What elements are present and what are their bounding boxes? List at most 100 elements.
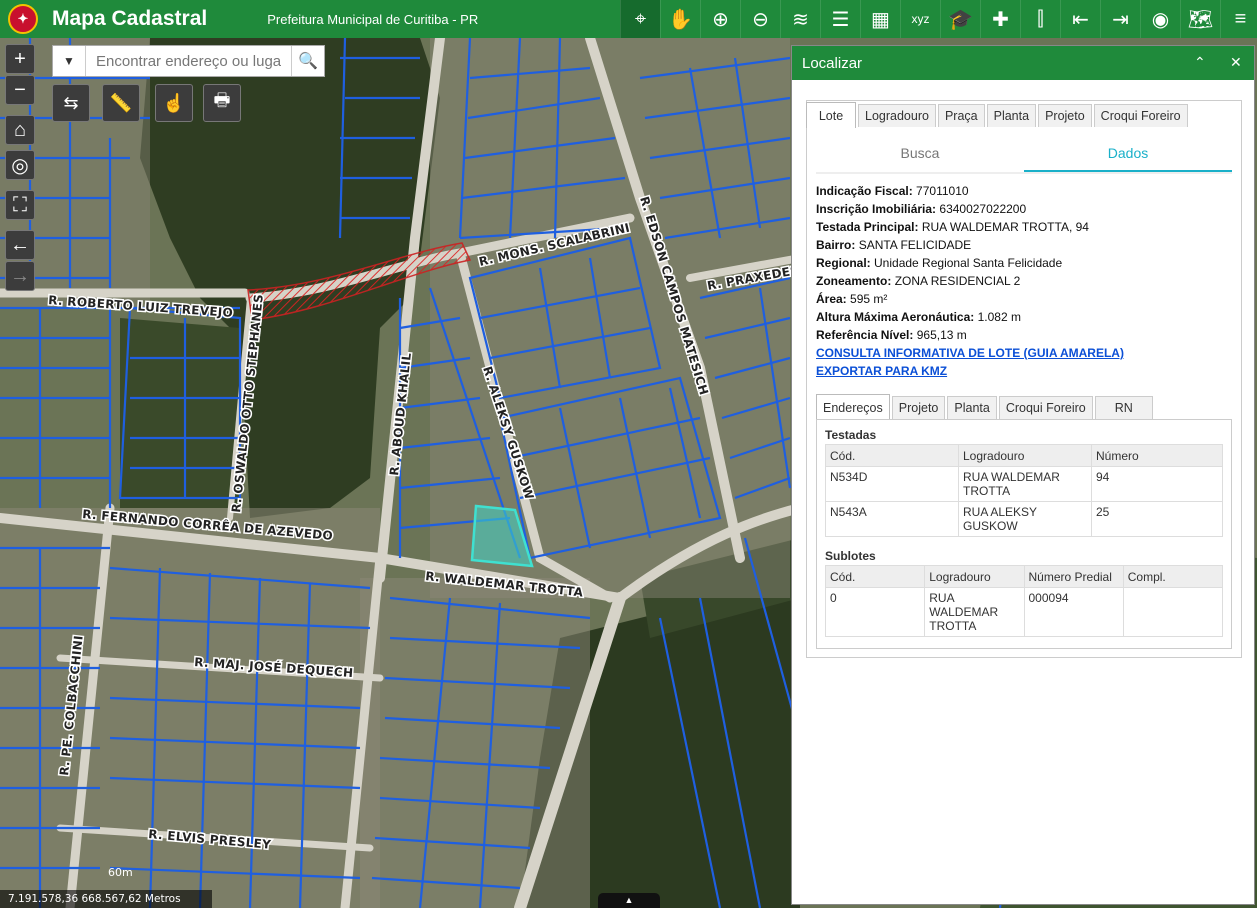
identify-icon[interactable]: ⌖ bbox=[620, 0, 660, 38]
measure-area-icon[interactable]: ⇆ bbox=[52, 84, 90, 122]
grid-icon[interactable]: ▦ bbox=[860, 0, 900, 38]
info-row: Inscrição Imobiliária: 6340027022200 bbox=[816, 200, 1236, 218]
info-label: Bairro: bbox=[816, 238, 856, 252]
export-kmz-link[interactable]: EXPORTAR PARA KMZ bbox=[816, 362, 1236, 380]
info-value: 1.082 m bbox=[977, 310, 1021, 324]
table-cell: 0 bbox=[825, 587, 926, 637]
home-icon[interactable]: ⌂ bbox=[5, 115, 35, 145]
info-row: Referência Nível: 965,13 m bbox=[816, 326, 1236, 344]
table-row: N534D RUA WALDEMAR TROTTA 94 bbox=[825, 466, 1223, 502]
info-value: SANTA FELICIDADE bbox=[858, 238, 972, 252]
tab-projeto[interactable]: Projeto bbox=[1038, 104, 1092, 127]
back-arrow-icon[interactable]: ← bbox=[5, 230, 35, 260]
education-cap-icon[interactable]: 🎓 bbox=[940, 0, 980, 38]
detail-tab-endere-os[interactable]: Endereços bbox=[816, 394, 890, 420]
add-layer-puzzle-icon[interactable]: ✚ bbox=[980, 0, 1020, 38]
curitiba-logo-icon: ✦ bbox=[8, 4, 38, 34]
bottom-panel-toggle[interactable]: ▲ bbox=[598, 893, 660, 908]
testadas-table: Cód. Logradouro Número N534D RUA WALDEMAR TR… bbox=[825, 444, 1223, 537]
table-cell: RUA ALEKSY GUSKOW bbox=[958, 501, 1092, 537]
import-icon[interactable]: ⇤ bbox=[1060, 0, 1100, 38]
table-cell: 000094 bbox=[1024, 587, 1124, 637]
column-header: Compl. bbox=[1123, 565, 1224, 588]
table-cell: 25 bbox=[1091, 501, 1223, 537]
info-label: Regional: bbox=[816, 256, 871, 270]
print-icon[interactable]: 🖶 bbox=[203, 84, 241, 122]
busca-dados-tabs: Busca Dados bbox=[816, 138, 1232, 174]
info-row: Zoneamento: ZONA RESIDENCIAL 2 bbox=[816, 272, 1236, 290]
info-row: Testada Principal: RUA WALDEMAR TROTTA, … bbox=[816, 218, 1236, 236]
column-header: Logradouro bbox=[924, 565, 1025, 588]
table-header-row: Cód. Logradouro Número bbox=[825, 444, 1223, 467]
panel-title: Localizar bbox=[802, 54, 863, 72]
zoom-in-button[interactable]: + bbox=[5, 44, 35, 74]
table-cell: RUA WALDEMAR TROTTA bbox=[958, 466, 1092, 502]
info-row: Indicação Fiscal: 77011010 bbox=[816, 182, 1236, 200]
sublotes-title: Sublotes bbox=[825, 549, 876, 563]
main-toolbar: ⌖ ✋ ⊕ ⊖ ≋ ☰ ▦ xyz 🎓 ✚ ⫿ ⇤ ⇥ ◉ 🗺 ≡ bbox=[620, 0, 1257, 38]
ruler-icon[interactable]: 📏 bbox=[102, 84, 140, 122]
detail-tab-rn[interactable]: RN bbox=[1094, 396, 1153, 419]
subtab-dados[interactable]: Dados bbox=[1024, 138, 1232, 172]
app-title: Mapa Cadastral bbox=[52, 7, 208, 30]
legend-list-icon[interactable]: ☰ bbox=[820, 0, 860, 38]
info-label: Área: bbox=[816, 292, 847, 306]
column-header: Cód. bbox=[825, 565, 926, 588]
address-search: ▼ 🔍 bbox=[52, 45, 325, 77]
column-header: Número Predial bbox=[1024, 565, 1124, 588]
table-cell: N534D bbox=[825, 466, 959, 502]
locate-icon[interactable]: ◎ bbox=[5, 150, 35, 180]
info-row: Regional: Unidade Regional Santa Felicid… bbox=[816, 254, 1236, 272]
tab-pra-a[interactable]: Praça bbox=[937, 104, 985, 127]
detail-tabs: Endereços Projeto Planta Croqui Foreiro RN bbox=[816, 393, 1155, 420]
basemap-icon[interactable]: 🗺 bbox=[1180, 0, 1220, 38]
forward-arrow-icon[interactable]: → bbox=[5, 261, 35, 291]
column-header: Número bbox=[1091, 444, 1223, 467]
search-source-dropdown[interactable]: ▼ bbox=[53, 46, 86, 76]
testadas-title: Testadas bbox=[825, 428, 877, 442]
table-cell: 94 bbox=[1091, 466, 1223, 502]
info-value: ZONA RESIDENCIAL 2 bbox=[894, 274, 1021, 288]
table-header-row: Cód. Logradouro Número Predial Compl. bbox=[825, 565, 1224, 588]
split-compare-icon[interactable]: ⫿ bbox=[1020, 0, 1060, 38]
detail-tab-croqui-foreiro[interactable]: Croqui Foreiro bbox=[998, 396, 1093, 419]
search-type-tabs: Lote Logradouro Praça Planta Projeto Croqui F… bbox=[806, 101, 1190, 128]
app-header: ✦ Mapa Cadastral Prefeitura Municipal de… bbox=[0, 0, 1257, 38]
enderecos-content: Testadas Cód. Logradouro Número N534D RUA WA… bbox=[816, 419, 1232, 649]
zoom-out-icon[interactable]: ⊖ bbox=[740, 0, 780, 38]
fullscreen-icon[interactable]: ⛶ bbox=[5, 190, 35, 220]
tab-lote[interactable]: Lote bbox=[806, 102, 856, 128]
xyz-coordinates-icon[interactable]: xyz bbox=[900, 0, 940, 38]
close-icon[interactable]: ✕ bbox=[1230, 54, 1242, 71]
info-row: Altura Máxima Aeronáutica: 1.082 m bbox=[816, 308, 1236, 326]
guia-amarela-link[interactable]: CONSULTA INFORMATIVA DE LOTE (GUIA AMARE… bbox=[816, 344, 1236, 362]
info-value: 6340027022200 bbox=[939, 202, 1027, 216]
zoom-out-button[interactable]: − bbox=[5, 75, 35, 105]
table-row: N543A RUA ALEKSY GUSKOW 25 bbox=[825, 501, 1223, 537]
detail-tab-projeto[interactable]: Projeto bbox=[891, 396, 946, 419]
pan-hand-icon[interactable]: ✋ bbox=[660, 0, 700, 38]
layers-add-icon[interactable]: ≋ bbox=[780, 0, 820, 38]
tab-planta[interactable]: Planta bbox=[986, 104, 1037, 127]
menu-icon[interactable]: ≡ bbox=[1220, 0, 1257, 38]
coordinates-readout: 7.191.578,36 668.567,62 Metros bbox=[0, 890, 212, 908]
search-input[interactable] bbox=[86, 46, 291, 76]
sublotes-table: Cód. Logradouro Número Predial Compl. 0 RUA W… bbox=[825, 565, 1224, 637]
info-value: 77011010 bbox=[916, 184, 969, 198]
collapse-icon[interactable]: ⌃ bbox=[1194, 54, 1206, 71]
location-target-icon[interactable]: ◉ bbox=[1140, 0, 1180, 38]
detail-tab-planta[interactable]: Planta bbox=[947, 396, 997, 419]
app-subtitle: Prefeitura Municipal de Curitiba - PR bbox=[267, 11, 479, 27]
info-value: Unidade Regional Santa Felicidade bbox=[874, 256, 1063, 270]
tab-logradouro[interactable]: Logradouro bbox=[858, 104, 936, 127]
info-label: Altura Máxima Aeronáutica: bbox=[816, 310, 975, 324]
search-icon[interactable]: 🔍 bbox=[291, 46, 324, 76]
info-value: RUA WALDEMAR TROTTA, 94 bbox=[921, 220, 1089, 234]
lote-info: Indicação Fiscal: 77011010 Inscrição Imob… bbox=[816, 182, 1236, 380]
tab-croqui-foreiro[interactable]: Croqui Foreiro bbox=[1093, 104, 1188, 127]
subtab-busca[interactable]: Busca bbox=[816, 138, 1024, 172]
zoom-in-icon[interactable]: ⊕ bbox=[700, 0, 740, 38]
export-icon[interactable]: ⇥ bbox=[1100, 0, 1140, 38]
identify-click-icon[interactable]: ☝ bbox=[155, 84, 193, 122]
info-value: 965,13 m bbox=[916, 328, 967, 342]
